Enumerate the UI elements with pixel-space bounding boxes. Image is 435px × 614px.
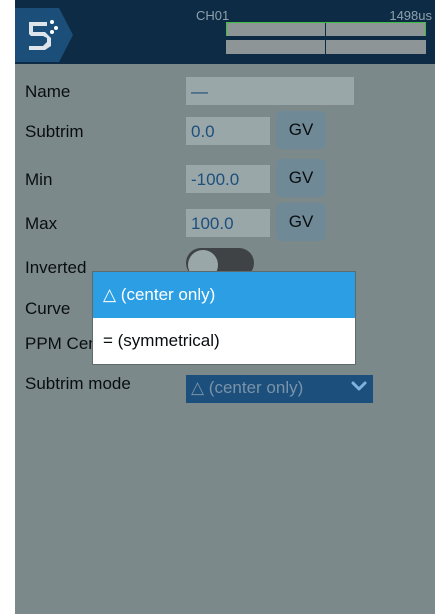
radio-logo-icon — [29, 20, 58, 50]
max-gv-button[interactable]: GV — [276, 203, 326, 241]
subtrim-mode-label: Subtrim mode — [25, 374, 131, 393]
output-bar-bottom — [226, 40, 426, 54]
channel-output-us: 1498us — [389, 8, 432, 23]
subtrim-gv-button[interactable]: GV — [276, 111, 326, 149]
output-bar-left-edge — [226, 22, 227, 36]
bar-center-line — [325, 22, 326, 56]
curve-label: Curve — [25, 299, 71, 318]
header-bar: CH01 1498us — [15, 0, 435, 64]
screen: CH01 1498us Name — Subtrim 0.0 GV Min -1… — [15, 0, 435, 614]
output-bar-top — [226, 22, 426, 36]
output-bar-fill — [227, 22, 424, 23]
max-label: Max — [25, 214, 58, 233]
name-label: Name — [25, 82, 71, 101]
channel-label: CH01 — [196, 8, 230, 23]
chevron-down-icon — [351, 381, 367, 391]
subtrim-mode-popup: △ (center only) = (symmetrical) — [93, 272, 355, 364]
popup-option-center-only[interactable]: △ (center only) — [93, 272, 355, 318]
min-field[interactable]: -100.0 — [186, 165, 270, 193]
subtrim-field[interactable]: 0.0 — [186, 117, 270, 145]
popup-option-symmetrical[interactable]: = (symmetrical) — [93, 318, 355, 364]
max-field[interactable]: 100.0 — [186, 209, 270, 237]
min-gv-button[interactable]: GV — [276, 159, 326, 197]
inverted-label: Inverted — [25, 258, 87, 277]
subtrim-mode-value: △ (center only) — [191, 378, 304, 397]
subtrim-label: Subtrim — [25, 122, 84, 141]
min-label: Min — [25, 170, 53, 189]
subtrim-mode-select[interactable]: △ (center only) — [186, 375, 373, 403]
name-field[interactable]: — — [186, 77, 354, 105]
output-bar-right-edge — [425, 22, 426, 36]
menu-tab[interactable] — [15, 8, 73, 62]
